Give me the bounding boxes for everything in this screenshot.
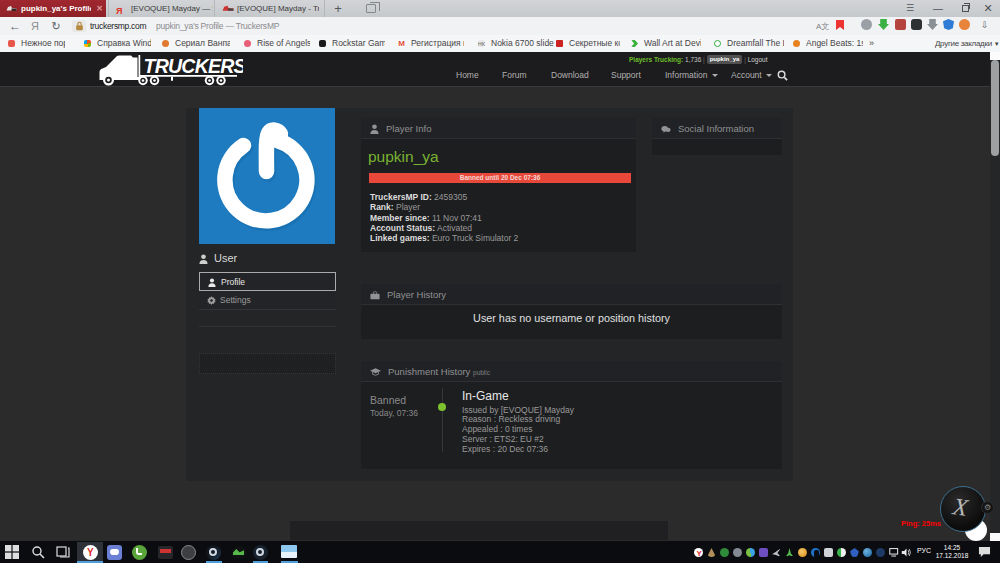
tb-steam1[interactable]: [206, 545, 221, 560]
tb-discord[interactable]: [107, 545, 122, 560]
nav-account[interactable]: Account: [731, 70, 772, 80]
tr3: [720, 548, 729, 557]
tr-notif: [978, 546, 991, 558]
logout[interactable]: Logout: [748, 56, 768, 63]
user-badge[interactable]: pupkin_ya: [707, 55, 743, 64]
ext4: [911, 19, 922, 30]
username: pupkin_ya: [368, 148, 439, 166]
address-bar: [0, 17, 1000, 35]
nav-info[interactable]: Information: [665, 70, 718, 80]
win-min[interactable]: —: [928, 0, 948, 17]
tr10: [811, 548, 820, 557]
tr9: [798, 548, 807, 557]
tb-photos[interactable]: [281, 545, 297, 558]
ext6: [943, 19, 954, 30]
tb-start[interactable]: [5, 545, 19, 559]
ext3: [895, 19, 906, 30]
tab-yandex[interactable]: Я [EVOQUE] Mayday — Янде: [108, 0, 215, 17]
ic-translate: A文: [816, 21, 829, 32]
bm-chevron: »: [869, 35, 874, 52]
lock: [75, 21, 84, 31]
nav-home[interactable]: Home: [456, 70, 479, 80]
tr1: Y: [694, 548, 703, 557]
tb-steam2[interactable]: [253, 545, 268, 560]
topbar: Players Trucking: 1,736 | pupkin_ya | Lo…: [629, 55, 768, 65]
btn-home[interactable]: Я: [28, 17, 42, 35]
divider: [199, 326, 336, 327]
panel-social: Social Information: [652, 118, 782, 155]
svg-text:TRUCKERSMP: TRUCKERSMP: [144, 55, 244, 77]
tb-game[interactable]: [231, 546, 247, 559]
footer: [290, 521, 668, 540]
pun-left: BannedToday, 07:36: [370, 394, 418, 418]
scrollbar: [990, 52, 1000, 541]
addr-host: truckersmp.com: [90, 17, 146, 35]
win-close[interactable]: ✕: [978, 0, 998, 17]
ext7: [959, 19, 970, 30]
logo: TRUCKERSMP: [98, 54, 243, 86]
tb-utorrent[interactable]: [132, 545, 147, 560]
clock: 14:2517.12.2018: [932, 544, 972, 560]
ext1: [861, 19, 872, 30]
panel-history: Player History User has no username or p…: [361, 284, 782, 339]
menu-profile[interactable]: Profile: [199, 272, 336, 291]
tb-search[interactable]: [31, 545, 45, 559]
avatar: [199, 108, 335, 244]
no-history: User has no username or position history: [361, 305, 782, 332]
tr14: [863, 548, 872, 557]
tab-new[interactable]: +: [330, 1, 346, 17]
tb-taskview[interactable]: [56, 545, 70, 559]
tab-tmp[interactable]: [EVOQUE] Mayday - Trucke: [215, 0, 325, 17]
panel-punishment: Punishment History public BannedToday, 0…: [361, 361, 782, 469]
user-heading: User: [199, 252, 336, 268]
taskbar: [0, 541, 1000, 563]
addr-title: pupkin_ya's Profile — TruckersMP: [156, 17, 279, 35]
ad-box: [199, 353, 336, 374]
tr-lang: РУС: [917, 547, 931, 554]
ban-banner: Banned until 20 Dec 07:36: [369, 173, 631, 183]
ic-dl: ⇩: [981, 20, 989, 30]
tb-obs[interactable]: [181, 545, 196, 560]
tr-vol: [901, 547, 912, 558]
tr5: [746, 548, 755, 557]
overlay-x: X: [940, 486, 986, 532]
tb-yandex[interactable]: Y: [83, 545, 98, 560]
btn-reload[interactable]: ↻: [49, 17, 63, 35]
tr4: [733, 548, 742, 557]
tr6: [759, 548, 768, 557]
tb-tmp[interactable]: [158, 546, 173, 559]
menu-settings[interactable]: Settings: [199, 291, 336, 310]
btn-back[interactable]: ←: [8, 17, 22, 35]
info-lines: TruckersMP ID: 2459305 Rank: Player Memb…: [370, 192, 518, 243]
nav-download[interactable]: Download: [551, 70, 589, 80]
tr15: [876, 548, 885, 557]
win-max[interactable]: [962, 5, 969, 12]
win-menu[interactable]: ☰: [900, 0, 920, 17]
nav-forum[interactable]: Forum: [502, 70, 527, 80]
nav-search[interactable]: [777, 70, 788, 81]
ping: Ping: 25ms: [901, 519, 941, 528]
overlay-gear: ⚙: [981, 501, 994, 514]
pun-right: In-Game Issued by [EVOQUE] MaydayReason …: [462, 389, 574, 454]
tr11: [824, 548, 833, 557]
tr12: [837, 548, 846, 557]
panel-player-info: Player Info pupkin_ya Banned until 20 De…: [361, 118, 636, 252]
tr-net: [889, 547, 900, 558]
tab-active[interactable]: pupkin_ya's Profile — Tr✕: [0, 0, 106, 17]
nav-support[interactable]: Support: [611, 70, 641, 80]
page: pupkin_ya's Profile — Tr✕ Я [EVOQUE] May…: [0, 0, 1000, 563]
tab-tile: [366, 4, 376, 13]
